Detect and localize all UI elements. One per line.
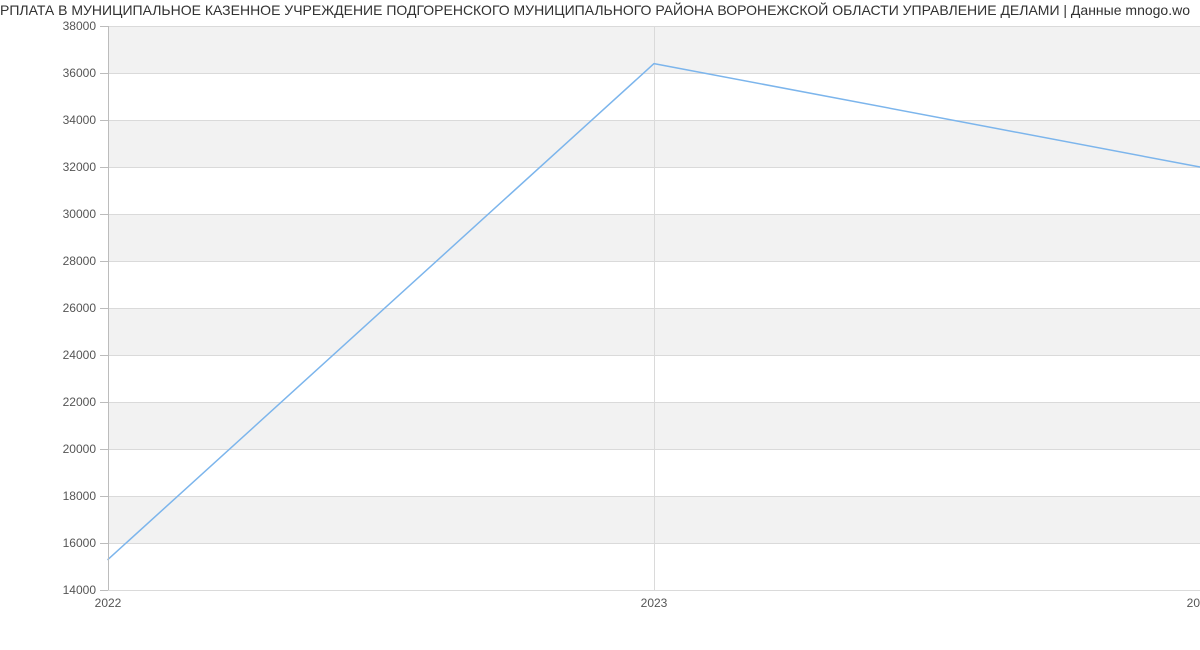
y-tick [100,543,108,544]
y-tick [100,261,108,262]
y-tick [100,402,108,403]
chart-title: РПЛАТА В МУНИЦИПАЛЬНОЕ КАЗЕННОЕ УЧРЕЖДЕН… [0,2,1200,18]
y-tick-label: 24000 [6,348,96,362]
y-tick [100,214,108,215]
y-tick [100,73,108,74]
x-tick-label: 2024 [1187,596,1200,610]
y-tick [100,449,108,450]
y-tick-label: 22000 [6,395,96,409]
y-tick-label: 18000 [6,489,96,503]
y-tick-label: 16000 [6,536,96,550]
y-tick-label: 38000 [6,19,96,33]
line-series [108,26,1200,590]
y-tick [100,120,108,121]
y-tick-label: 14000 [6,583,96,597]
y-tick-label: 26000 [6,301,96,315]
y-tick [100,167,108,168]
x-tick-label: 2023 [641,596,668,610]
y-tick-label: 32000 [6,160,96,174]
y-tick-label: 36000 [6,66,96,80]
plot-area [108,26,1200,590]
y-tick [100,308,108,309]
y-tick [100,26,108,27]
grid-line [108,590,1200,591]
chart-container: РПЛАТА В МУНИЦИПАЛЬНОЕ КАЗЕННОЕ УЧРЕЖДЕН… [0,0,1200,650]
y-tick-label: 20000 [6,442,96,456]
y-tick [100,590,108,591]
y-tick [100,355,108,356]
y-axis [108,26,109,590]
x-tick-label: 2022 [95,596,122,610]
y-tick [100,496,108,497]
y-tick-label: 34000 [6,113,96,127]
y-tick-label: 28000 [6,254,96,268]
y-tick-label: 30000 [6,207,96,221]
